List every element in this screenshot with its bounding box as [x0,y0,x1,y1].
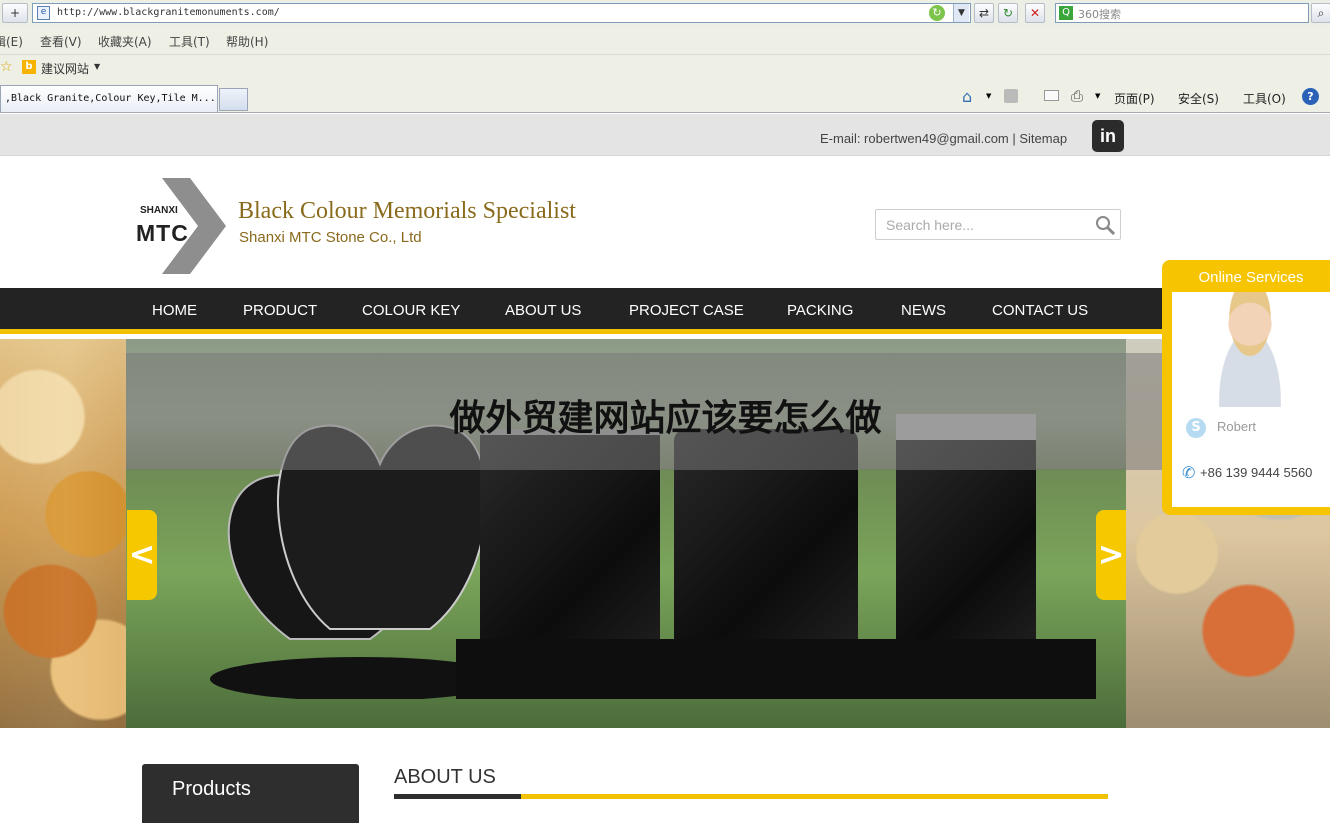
nav-colour-key[interactable]: COLOUR KEY [362,302,460,319]
print-icon[interactable]: ⎙ [1071,87,1083,105]
menu-edit[interactable]: 辑(E) [0,33,23,50]
page-menu[interactable]: 页面(P) [1114,90,1155,107]
menu-help[interactable]: 帮助(H) [226,33,268,50]
contact-email-sitemap[interactable]: E-mail: robertwen49@gmail.com | Sitemap [820,131,1067,146]
dropdown-icon[interactable]: ▼ [953,4,969,22]
nav-news[interactable]: NEWS [901,302,946,319]
go-icon[interactable]: ↻ [998,3,1018,23]
banner-title: 做外贸建网站应该要怎么做 [449,398,882,439]
online-services-panel: Online Services S Robert ✆ +86 139 9444 … [1162,260,1330,515]
content-area: Products ABOUT US [126,728,1126,823]
nav-home[interactable]: HOME [152,302,197,319]
online-services-title: Online Services [1198,269,1304,286]
bing-icon: b [22,60,36,74]
nav-project-case[interactable]: PROJECT CASE [629,302,744,319]
logo-small-text: SHANXI [140,205,178,216]
skype-icon[interactable]: S [1186,418,1206,438]
about-us-heading: ABOUT US [394,766,496,788]
agent-name[interactable]: Robert [1217,419,1256,434]
menu-tools[interactable]: 工具(T) [169,33,210,50]
refresh-icon[interactable]: ⇄ [974,3,994,23]
home-icon[interactable]: ⌂ [962,87,972,106]
slider-next-button[interactable]: > [1096,510,1126,600]
products-sidebar-header: Products [142,764,359,823]
menu-view[interactable]: 查看(V) [40,33,82,50]
tools-menu[interactable]: 工具(O) [1243,90,1286,107]
slider-prev-button[interactable]: < [127,510,157,600]
address-text: http://www.blackgranitemonuments.com/ [57,7,280,18]
web-page: E-mail: robertwen49@gmail.com | Sitemap … [0,114,1330,823]
address-bar[interactable]: e http://www.blackgranitemonuments.com/ … [32,3,971,23]
site-header: SHANXI MTC Black Colour Memorials Specia… [0,156,1330,288]
address-row: + e http://www.blackgranitemonuments.com… [0,0,1330,27]
feeds-icon[interactable] [1004,89,1018,103]
chevron-down-icon[interactable]: ▼ [1095,92,1100,100]
browser-chrome: + e http://www.blackgranitemonuments.com… [0,0,1330,113]
company-name: Shanxi MTC Stone Co., Ltd [239,229,422,246]
stop-icon[interactable]: ✕ [1025,3,1045,23]
search-engine-icon: Q [1059,6,1073,20]
about-underline-dark [394,794,521,799]
favorites-bar: ☆ b 建议网站 ▼ [0,54,1330,81]
main-nav: HOME PRODUCT COLOUR KEY ABOUT US PROJECT… [0,288,1330,334]
search-icon[interactable] [1094,214,1116,236]
site-slogan: Black Colour Memorials Specialist [238,198,576,224]
site-search-input[interactable]: Search here... [875,209,1121,240]
phone-icon: ✆ [1182,463,1196,482]
menu-bar: 辑(E) 查看(V) 收藏夹(A) 工具(T) 帮助(H) [0,29,1330,51]
agent-phone: +86 139 9444 5560 [1200,465,1313,480]
compat-view-icon[interactable]: ↻ [929,5,945,21]
menu-favorites[interactable]: 收藏夹(A) [98,33,152,50]
back-icon[interactable]: + [2,3,28,23]
browser-search-input[interactable]: Q 360搜索 [1055,3,1309,23]
favorites-star-icon[interactable]: ☆ [0,59,13,75]
mail-icon[interactable] [1044,90,1059,101]
products-heading: Products [172,778,251,800]
page-icon: e [37,6,50,20]
online-services-body: S Robert ✆ +86 139 9444 5560 [1172,292,1330,507]
chevron-down-icon[interactable]: ▼ [986,92,991,100]
top-contact-bar: E-mail: robertwen49@gmail.com | Sitemap … [0,114,1330,156]
browser-search-placeholder: 360搜索 [1078,8,1121,21]
headstone-bases [456,639,1096,699]
tab-row: ,Black Granite,Colour Key,Tile M... ⌂ ▼ … [0,82,1330,113]
help-icon[interactable]: ? [1302,88,1319,105]
chevron-down-icon[interactable]: ▼ [94,62,100,71]
tab-current[interactable]: ,Black Granite,Colour Key,Tile M... [0,85,218,112]
hero-banner: 做外贸建网站应该要怎么做 < > [0,339,1330,728]
nav-about-us[interactable]: ABOUT US [505,302,581,319]
nav-product[interactable]: PRODUCT [243,302,317,319]
safety-menu[interactable]: 安全(S) [1178,90,1219,107]
support-agent-avatar [1202,292,1298,407]
new-tab-button[interactable] [219,88,248,111]
nav-contact-us[interactable]: CONTACT US [992,302,1088,319]
logo-big-text: MTC [136,220,189,246]
nav-packing[interactable]: PACKING [787,302,853,319]
suggested-sites-link[interactable]: 建议网站 [41,60,89,77]
site-search-placeholder: Search here... [886,217,974,233]
search-icon[interactable]: ⌕ [1311,3,1330,23]
linkedin-icon[interactable]: in [1092,120,1124,152]
about-underline-accent [521,794,1108,799]
